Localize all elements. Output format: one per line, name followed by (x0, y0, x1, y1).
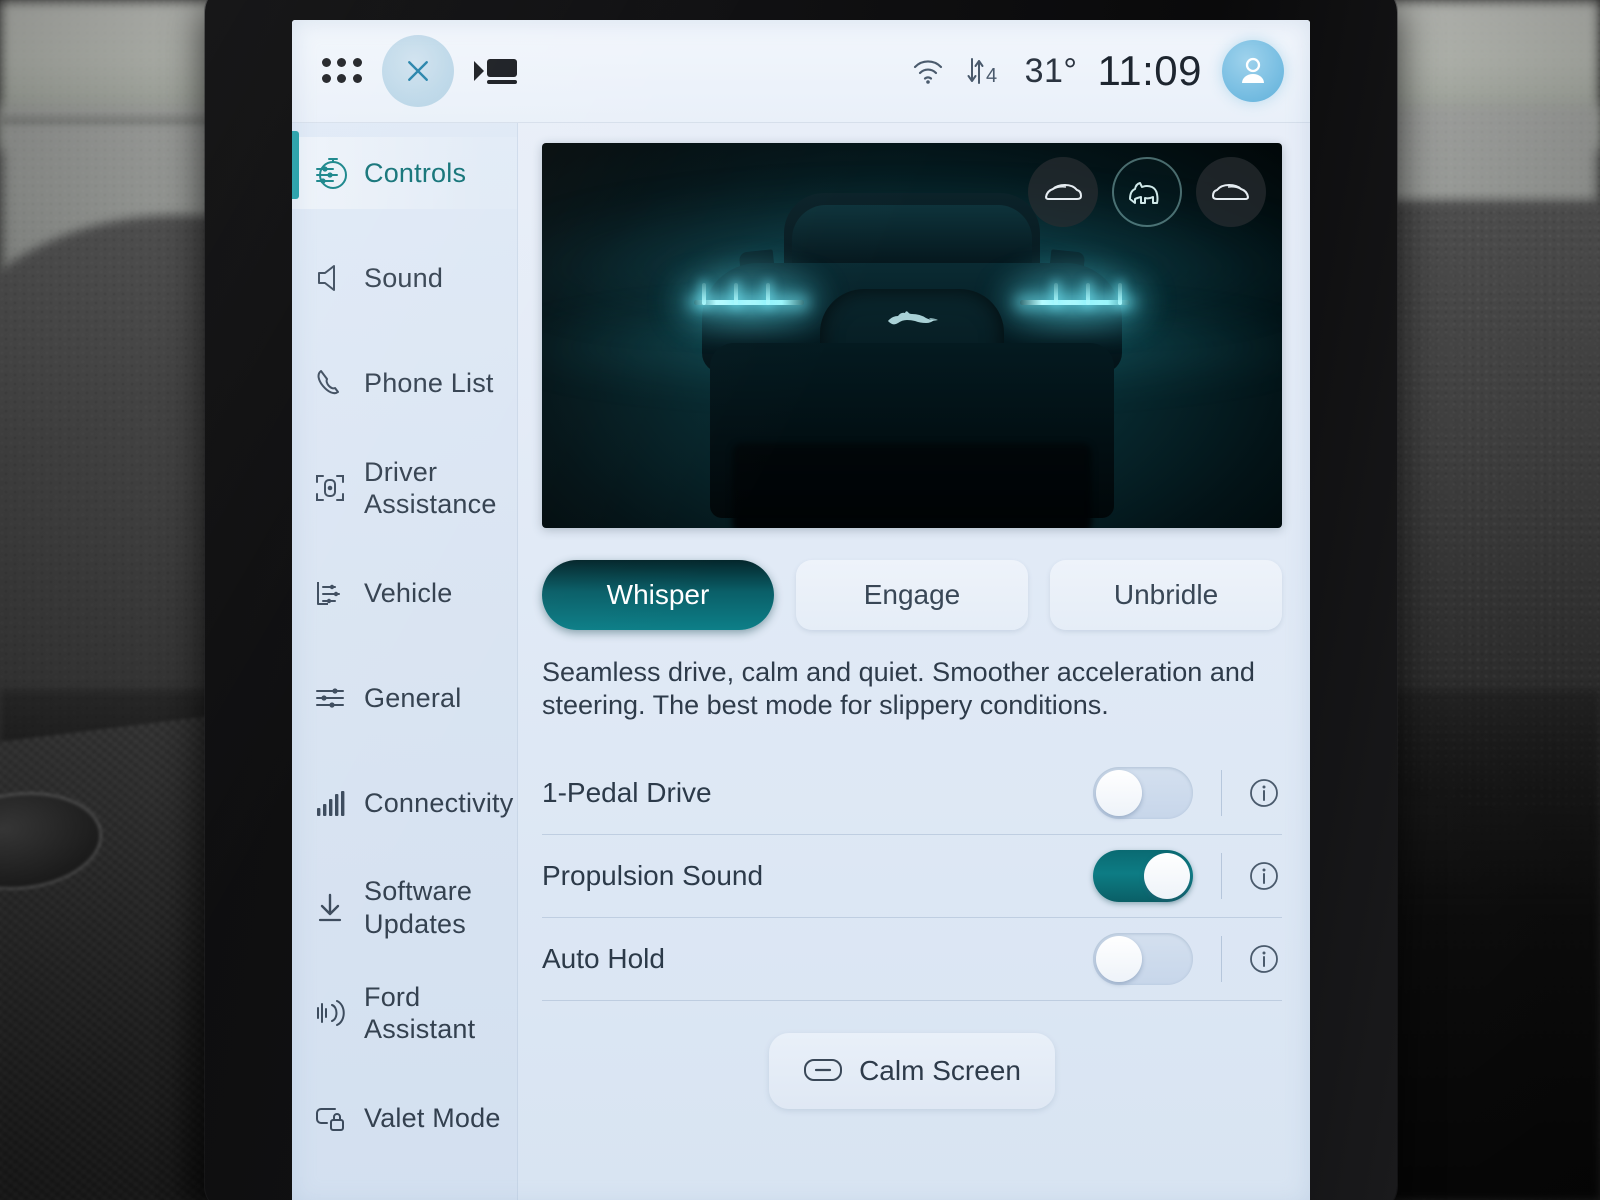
sidebar-item-connectivity[interactable]: Connectivity (292, 767, 517, 839)
pony-icon (1129, 182, 1159, 204)
media-panel-icon (474, 59, 517, 84)
sidebar-item-label: Controls (364, 158, 467, 188)
calm-screen-container: Calm Screen (542, 1033, 1282, 1109)
controls-sliders-icon (310, 153, 350, 193)
sidebar-item-label: Valet Mode (364, 1103, 501, 1133)
sidebar-item-controls[interactable]: Controls (292, 131, 517, 209)
close-button[interactable] (382, 35, 454, 107)
status-bar-right: 4 31° 11:09 (911, 40, 1310, 102)
settings-sidebar: Controls Sound Phone List Driver Assista… (292, 123, 518, 1200)
sidebar-item-software-updates[interactable]: Software Updates (292, 872, 517, 944)
sidebar-item-valet-mode[interactable]: Valet Mode (292, 1082, 517, 1154)
row-label: 1-Pedal Drive (542, 777, 712, 808)
driver-assistance-icon (310, 468, 350, 508)
signal-bars-icon (310, 783, 350, 823)
sidebar-item-label: Driver Assistance (364, 457, 497, 519)
infotainment-screen: 4 31° 11:09 Controls Sound Phone List Dr… (292, 20, 1310, 1200)
drive-mode-whisper[interactable]: Whisper (542, 560, 774, 630)
pony-badge-icon (888, 311, 938, 325)
calm-screen-icon (803, 1056, 843, 1087)
sidebar-item-label: Vehicle (364, 578, 453, 608)
info-icon-propulsion-sound[interactable] (1246, 858, 1282, 894)
drive-mode-unbridle[interactable]: Unbridle (1050, 560, 1282, 630)
headlight-left (694, 271, 804, 307)
info-icon (1250, 779, 1278, 807)
voice-assistant-icon (310, 993, 350, 1033)
sidebar-item-label: Software Updates (364, 876, 473, 939)
vehicle-rear-view-button[interactable] (1196, 157, 1266, 227)
temperature-display: 31° (1024, 51, 1078, 90)
screen-body: Controls Sound Phone List Driver Assista… (292, 123, 1310, 1200)
toggle-propulsion-sound[interactable] (1093, 850, 1193, 902)
toggle-auto-hold[interactable] (1093, 933, 1193, 985)
info-icon-1-pedal-drive[interactable] (1246, 775, 1282, 811)
clock-display: 11:09 (1097, 47, 1202, 94)
hero-action-buttons (1028, 157, 1266, 227)
drive-mode-selector: Whisper Engage Unbridle (542, 560, 1282, 630)
drive-mode-engage[interactable]: Engage (796, 560, 1028, 630)
setting-row-propulsion-sound: Propulsion Sound (542, 835, 1282, 918)
user-profile-button[interactable] (1222, 40, 1284, 102)
sidebar-item-driver-assistance[interactable]: Driver Assistance (292, 452, 517, 524)
phone-handset-icon (310, 363, 350, 403)
row-label: Propulsion Sound (542, 860, 764, 891)
speaker-icon (310, 258, 350, 298)
toggle-1-pedal-drive[interactable] (1093, 767, 1193, 819)
car-lower-shadow (732, 443, 1092, 528)
sidebar-item-vehicle[interactable]: Vehicle (292, 557, 517, 629)
wifi-icon (911, 56, 945, 86)
row-divider (1221, 770, 1222, 816)
sidebar-item-label: General (364, 683, 462, 713)
svg-text:4: 4 (986, 65, 997, 87)
headlight-right (1020, 271, 1130, 307)
data-transfer-4g-icon: 4 (965, 55, 1005, 87)
vehicle-settings-icon (310, 573, 350, 613)
info-icon-auto-hold[interactable] (1246, 941, 1282, 977)
sidebar-item-general[interactable]: General (292, 662, 517, 734)
info-icon (1250, 945, 1278, 973)
info-icon (1250, 862, 1278, 890)
row-divider (1221, 936, 1222, 982)
settings-rows: 1-Pedal Drive Propulsion Sound Auto Hold (542, 752, 1282, 1001)
setting-row-auto-hold: Auto Hold (542, 918, 1282, 1001)
apps-grid-icon[interactable] (320, 55, 364, 87)
setting-row-1-pedal-drive: 1-Pedal Drive (542, 752, 1282, 835)
valet-lock-icon (310, 1098, 350, 1138)
controls-main-panel: Whisper Engage Unbridle Seamless drive, … (518, 123, 1310, 1200)
sidebar-item-label: Phone List (364, 368, 494, 398)
sidebar-item-label: Connectivity (364, 788, 514, 818)
sidebar-item-phone-list[interactable]: Phone List (292, 347, 517, 419)
calm-screen-label: Calm Screen (859, 1055, 1021, 1086)
mustang-mach-e-silhouette (664, 193, 1160, 528)
sidebar-item-label: Sound (364, 263, 444, 293)
vehicle-hero-image (542, 143, 1282, 528)
row-label: Auto Hold (542, 943, 665, 974)
screenshot-stage: 4 31° 11:09 Controls Sound Phone List Dr… (0, 0, 1600, 1200)
car-front-icon (1045, 184, 1082, 200)
row-divider (1221, 853, 1222, 899)
sidebar-item-sound[interactable]: Sound (292, 242, 517, 314)
vehicle-front-view-button[interactable] (1028, 157, 1098, 227)
status-bar: 4 31° 11:09 (292, 20, 1310, 123)
user-profile-icon (1242, 57, 1264, 83)
drive-mode-description: Seamless drive, calm and quiet. Smoother… (542, 657, 1255, 720)
pony-badge-button[interactable] (1112, 157, 1182, 227)
sidebar-item-label: Ford Assistant (364, 982, 476, 1044)
calm-screen-button[interactable]: Calm Screen (769, 1033, 1055, 1109)
download-icon (310, 888, 350, 928)
sidebar-item-ford-assistant[interactable]: Ford Assistant (292, 977, 517, 1049)
status-bar-left (292, 35, 524, 107)
media-panel-button[interactable] (472, 53, 524, 89)
general-sliders-icon (310, 678, 350, 718)
car-rear-icon (1212, 184, 1249, 200)
close-icon (408, 61, 428, 81)
